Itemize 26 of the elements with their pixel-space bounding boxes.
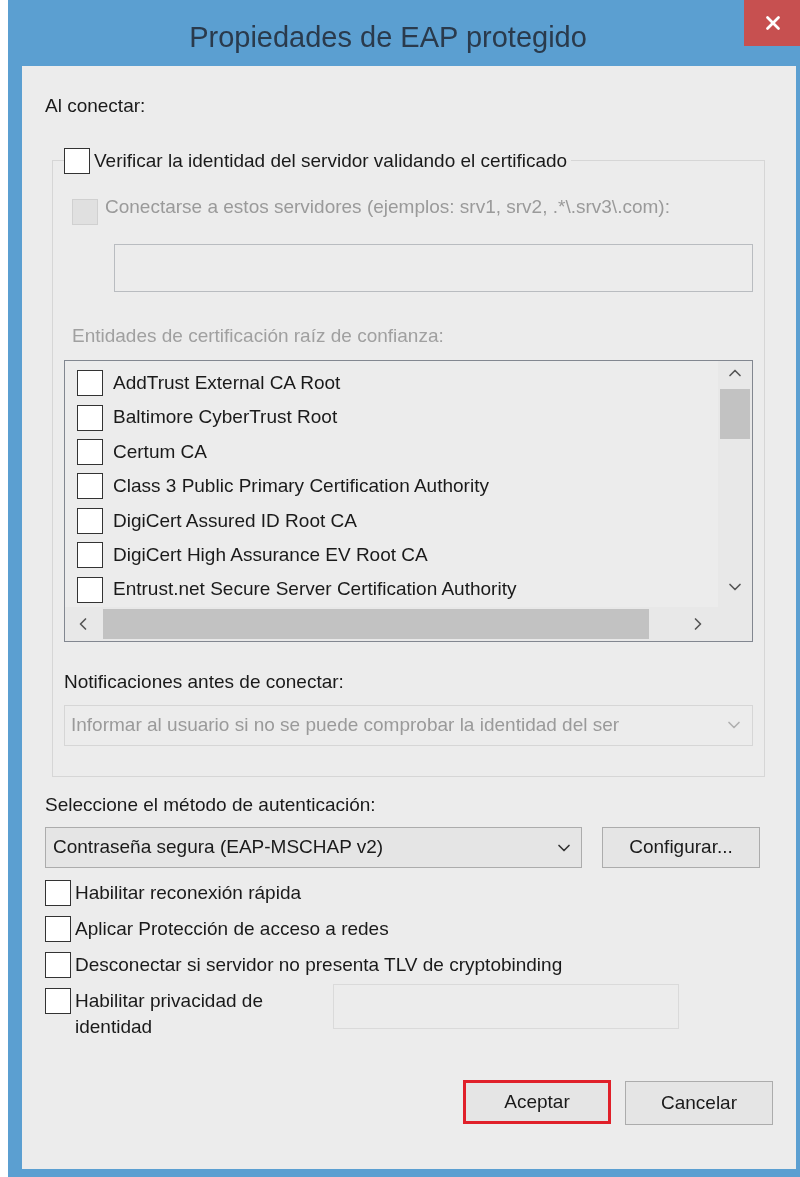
checkbox[interactable] [45, 952, 71, 978]
dialog-button[interactable]: Cancelar [625, 1081, 773, 1125]
close-button[interactable] [744, 0, 800, 46]
section-label: Al conectar: [45, 94, 147, 118]
configure-button[interactable]: Configurar... [602, 827, 760, 868]
option-checkbox-row[interactable]: Habilitar reconexión rápida [45, 880, 773, 906]
horizontal-scrollbar[interactable] [65, 607, 752, 641]
window-title: Propiedades de EAP protegido [188, 20, 588, 55]
auth-method-dropdown[interactable]: Contraseña segura (EAP-MSCHAP v2) [45, 827, 582, 868]
checkbox[interactable] [45, 916, 71, 942]
checkbox[interactable] [45, 988, 71, 1014]
servers-input-field[interactable] [114, 243, 753, 292]
option-checkbox-row[interactable]: Aplicar Protección de acceso a redes [45, 916, 773, 942]
vertical-scrollbar[interactable] [718, 361, 752, 607]
checkbox[interactable] [45, 880, 71, 906]
dialog-button[interactable]: Aceptar [463, 1080, 611, 1124]
servers-label: Conectarse a estos servidores (ejemplos: srv1, srv2, .*\.srv3\.com): [105, 195, 671, 219]
notifications-label: Notificaciones antes de conectar: [64, 670, 345, 694]
root-ca-label: Entidades de certificación raíz de confianza: [72, 323, 445, 348]
scrollbar-thumb[interactable] [720, 389, 750, 439]
checkbox[interactable] [64, 147, 90, 174]
auth-method-label: Seleccione el método de autenticación: [45, 792, 377, 817]
option-checkbox-row[interactable]: Habilitar privacidad de identidad [45, 988, 275, 1040]
option-checkbox-row[interactable]: Desconectar si servidor no presenta TLV de cryptobinding [45, 952, 773, 978]
scrollbar-thumb[interactable] [103, 609, 649, 639]
verify-checkbox-row[interactable]: Verificar la identidad del servidor validando el certificado [64, 146, 572, 175]
